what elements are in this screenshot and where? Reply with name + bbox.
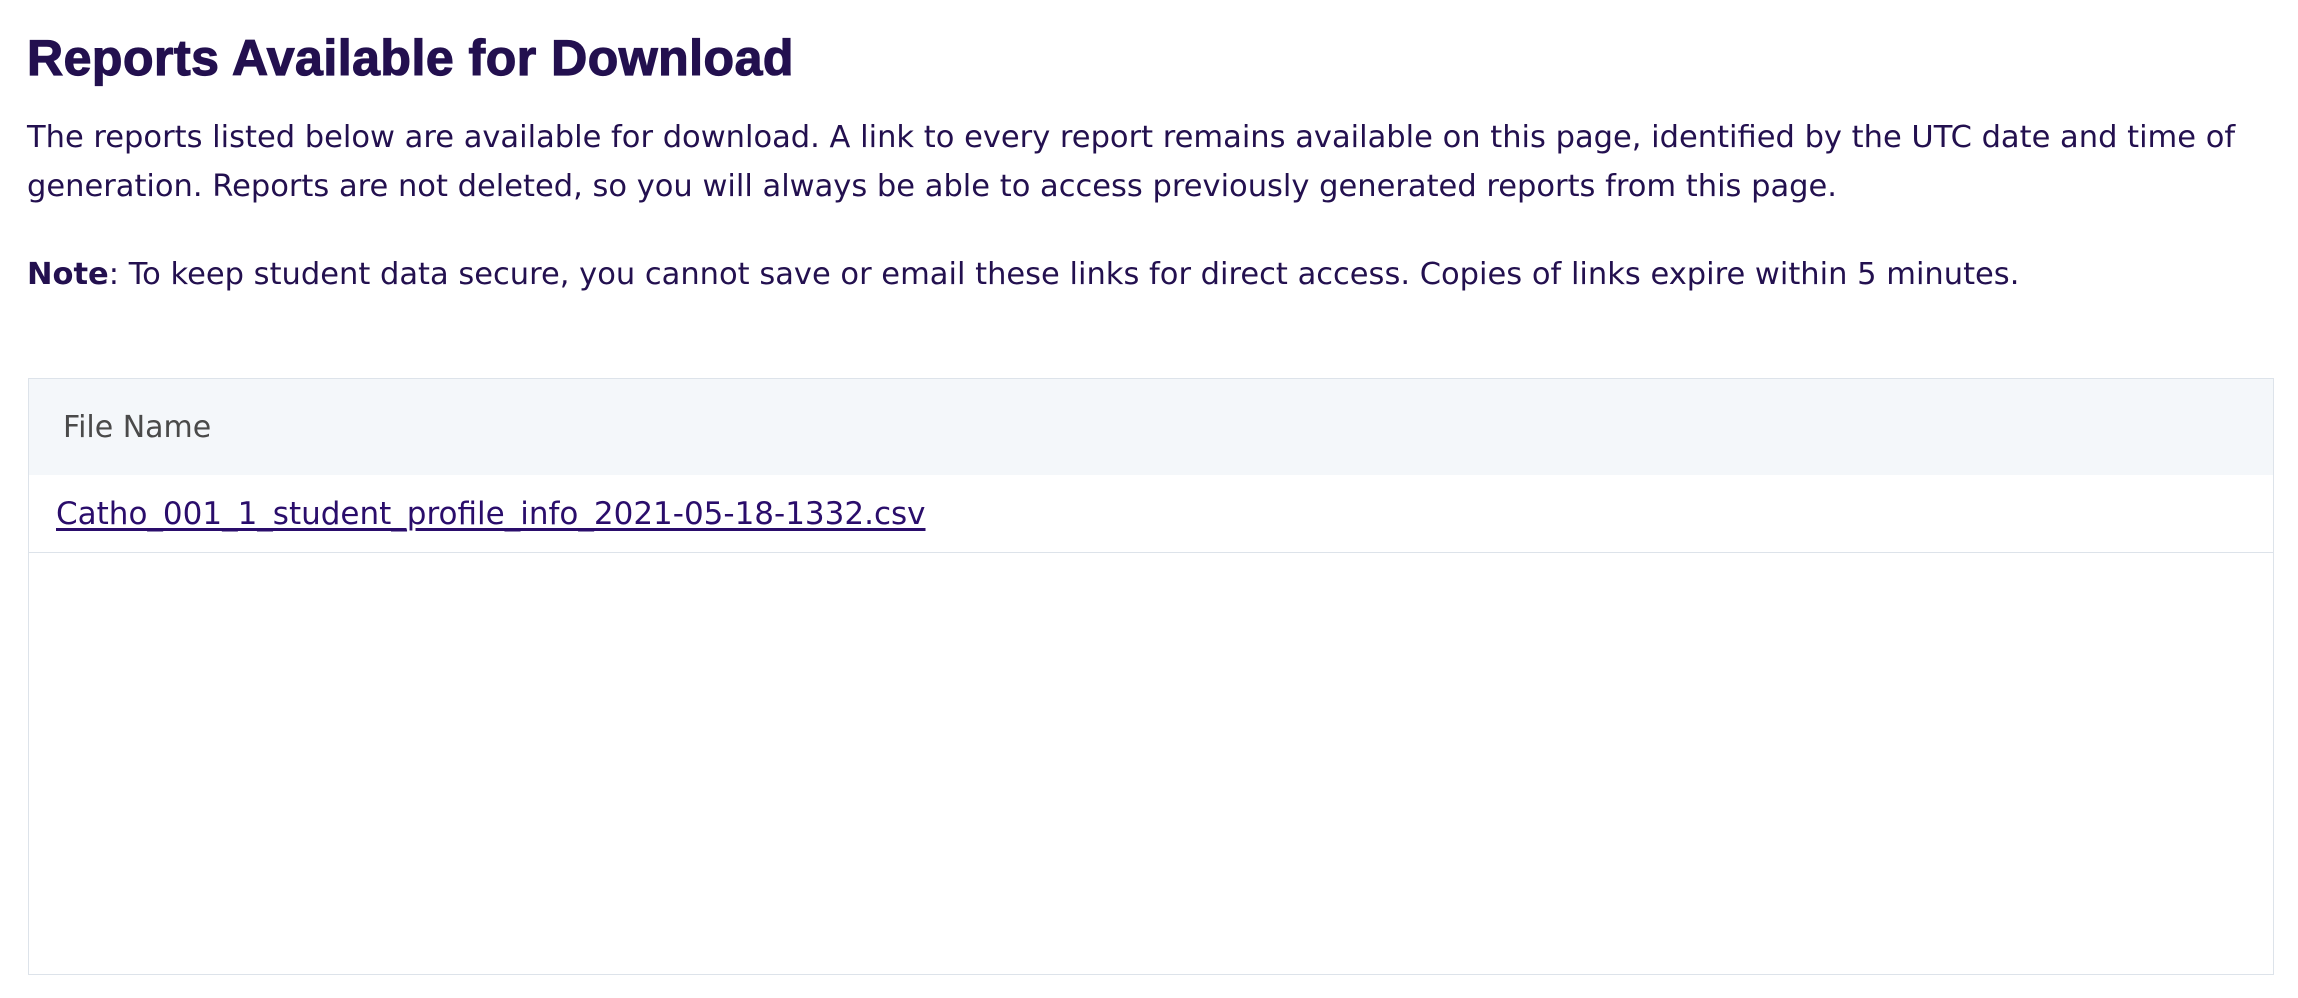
intro-paragraph: The reports listed below are available f… (27, 120, 2236, 204)
note-text: : To keep student data secure, you canno… (108, 257, 2020, 292)
security-note: Note: To keep student data secure, you c… (27, 250, 2019, 299)
report-download-link[interactable]: Catho_001_1_student_profile_info_2021-05… (56, 496, 926, 532)
column-header-file-name: File Name (63, 409, 212, 445)
page-title: Reports Available for Download (26, 29, 794, 86)
note-label: Note (27, 257, 109, 292)
table-row: Catho_001_1_student_profile_info_2021-05… (29, 475, 2273, 553)
reports-table: File Name Catho_001_1_student_profile_in… (28, 378, 2274, 975)
table-header: File Name (29, 379, 2273, 475)
